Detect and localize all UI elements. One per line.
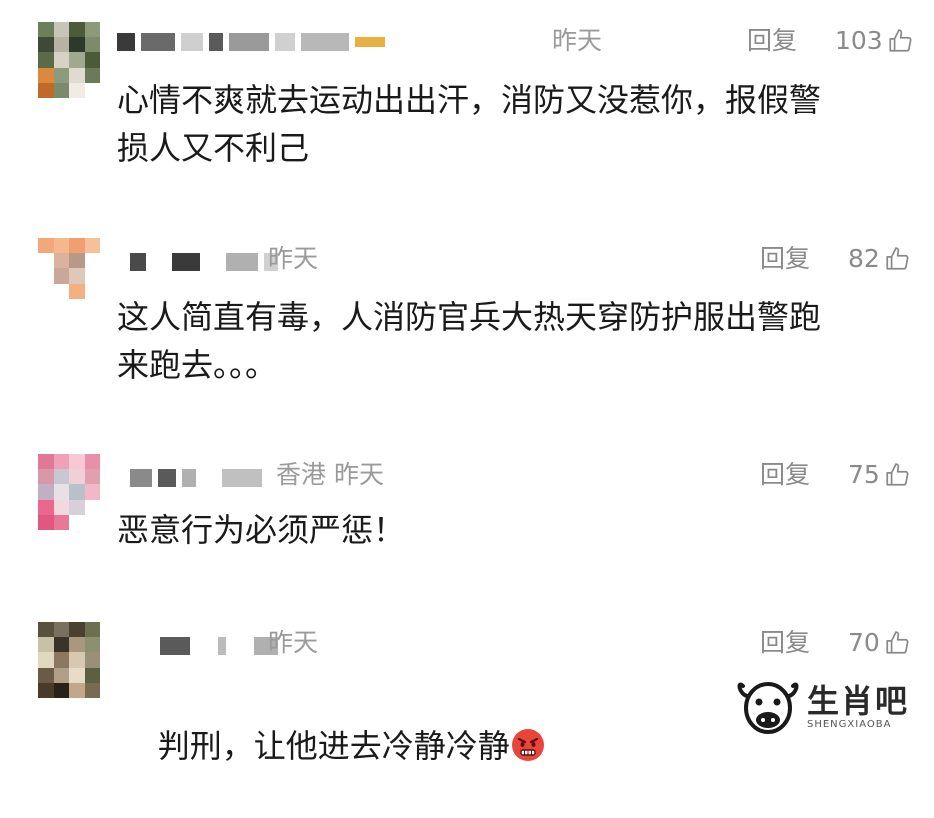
like-count: 75: [848, 460, 880, 489]
watermark-sub: SHENGXIAOBA: [807, 719, 892, 730]
like-button[interactable]: 75: [848, 460, 910, 490]
watermark-main: 生肖吧: [807, 682, 910, 720]
reply-button[interactable]: 回复: [760, 460, 810, 490]
avatar[interactable]: [38, 22, 100, 98]
username-blurred[interactable]: [130, 250, 278, 274]
reply-button[interactable]: 回复: [760, 628, 810, 658]
thumbs-up-icon: [886, 631, 909, 654]
watermark-text: 生肖吧 SHENGXIAOBA: [807, 683, 909, 731]
like-button[interactable]: 103: [835, 26, 913, 56]
comment-location: 香港: [276, 460, 327, 489]
like-count: 103: [835, 26, 883, 55]
reply-button[interactable]: 回复: [747, 26, 797, 56]
username-blurred[interactable]: [160, 634, 278, 658]
thumbs-up-icon: [889, 29, 912, 52]
angry-face-emoji-icon: [511, 729, 544, 761]
username-blurred[interactable]: [130, 466, 262, 490]
like-count: 82: [848, 244, 880, 273]
like-button[interactable]: 82: [848, 244, 910, 274]
username-blurred[interactable]: [117, 30, 385, 54]
comment-text: 判刑，让他进去冷静冷静: [157, 727, 510, 765]
comment-text: 心情不爽就去运动出出汗，消防又没惹你，报假警 损人又不利己: [117, 81, 822, 167]
comment-time: 昨天: [333, 460, 384, 489]
like-button[interactable]: 70: [848, 628, 910, 658]
like-count: 70: [848, 628, 880, 657]
avatar[interactable]: [38, 622, 100, 698]
reply-button[interactable]: 回复: [760, 244, 810, 274]
bull-logo-icon: [737, 682, 799, 734]
avatar[interactable]: [38, 238, 100, 314]
comment-text: 恶意行为必须严惩！: [117, 511, 406, 549]
comment-time: 昨天: [552, 26, 603, 55]
comment-location-time: 香港 昨天: [276, 460, 384, 490]
watermark: 生肖吧 SHENGXIAOBA: [735, 672, 925, 742]
comment-text: 这人简直有毒，人消防官兵大热天穿防护服出警跑 来跑去。。。: [117, 298, 822, 384]
comment-time: 昨天: [268, 244, 319, 273]
comment-time: 昨天: [268, 628, 319, 657]
thumbs-up-icon: [886, 247, 909, 270]
avatar[interactable]: [38, 454, 100, 530]
thumbs-up-icon: [886, 463, 909, 486]
